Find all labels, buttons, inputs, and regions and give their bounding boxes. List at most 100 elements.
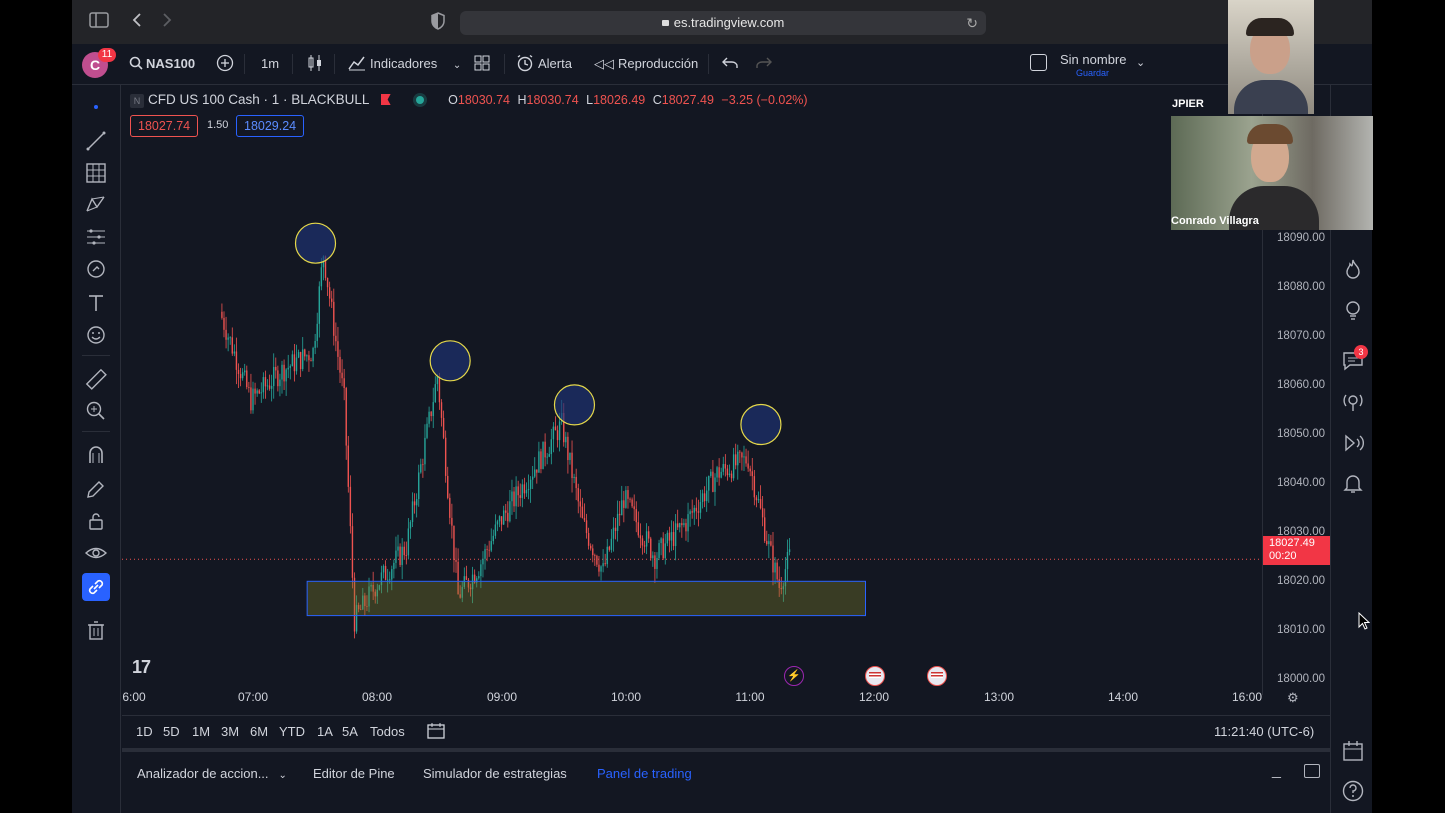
reload-icon[interactable]: ↻	[966, 11, 978, 35]
tradingview-logo[interactable]: 17	[132, 657, 151, 678]
buy-button[interactable]: 18029.24	[236, 115, 305, 137]
forecast-icon[interactable]	[84, 225, 108, 249]
candle-body	[281, 364, 283, 380]
undo-icon[interactable]	[722, 44, 738, 84]
lock-icon[interactable]	[84, 509, 108, 533]
fib-grid-icon[interactable]	[84, 161, 108, 185]
candle-body	[304, 349, 306, 357]
interval-button[interactable]: 1m	[261, 44, 279, 84]
pattern-icon[interactable]	[84, 193, 108, 217]
swing-high-circles[interactable]	[294, 222, 782, 446]
candle-body	[302, 349, 304, 370]
ruler-icon[interactable]	[84, 367, 108, 391]
cursor-dot-icon[interactable]	[84, 97, 108, 121]
magnet-icon[interactable]	[84, 443, 108, 467]
minimize-icon[interactable]: _	[1272, 762, 1281, 780]
us-flag-event-icon[interactable]	[865, 666, 885, 686]
tab-stock-screener[interactable]: Analizador de accion... ⌄	[137, 766, 287, 781]
candle-body	[440, 402, 443, 418]
candle-body	[297, 352, 300, 358]
address-bar[interactable]: es.tradingview.com ↻	[460, 11, 986, 35]
range-1m[interactable]: 1M	[192, 724, 210, 739]
layout-checkbox[interactable]	[1030, 44, 1047, 84]
privacy-shield-icon[interactable]	[427, 12, 449, 32]
tab-strategy-tester[interactable]: Simulador de estrategias	[423, 766, 567, 781]
pencil-lock-icon[interactable]	[84, 477, 108, 501]
compare-symbol-button[interactable]	[216, 44, 234, 84]
settings-gear-icon[interactable]: ⚙	[1287, 690, 1299, 706]
layout-templates-button[interactable]	[474, 44, 490, 84]
range-5a[interactable]: 5A	[342, 724, 358, 739]
calendar-range-icon[interactable]	[427, 722, 445, 745]
calendar-icon[interactable]	[1341, 739, 1365, 763]
lock-icon	[661, 20, 669, 26]
candle-body	[681, 523, 683, 526]
streams-icon[interactable]	[1341, 390, 1365, 414]
range-ytd[interactable]: YTD	[279, 724, 305, 739]
replay-button[interactable]: ◁◁ Reproducción	[594, 44, 698, 84]
candle-body	[786, 552, 789, 570]
back-icon[interactable]	[126, 12, 148, 32]
price-chart[interactable]	[122, 140, 1262, 690]
us-flag-event-icon-2[interactable]	[927, 666, 947, 686]
help-icon[interactable]	[1341, 779, 1365, 803]
lightning-event-icon[interactable]: ⚡	[784, 666, 804, 686]
candle-body	[451, 517, 453, 526]
range-6m[interactable]: 6M	[250, 724, 268, 739]
clock-timezone[interactable]: 11:21:40 (UTC-6)	[1214, 724, 1314, 739]
swing-high-circle[interactable]	[553, 384, 596, 426]
trend-line-icon[interactable]	[84, 129, 108, 153]
forward-icon[interactable]	[156, 12, 178, 32]
ohlc-open-value: 18030.74	[457, 93, 511, 107]
chevron-down-icon[interactable]: ⌄	[1136, 56, 1145, 69]
range-1a[interactable]: 1A	[317, 724, 333, 739]
redo-icon[interactable]	[756, 44, 772, 84]
sell-button[interactable]: 18027.74	[130, 115, 199, 137]
zoom-in-icon[interactable]	[84, 399, 108, 423]
range-all[interactable]: Todos	[370, 724, 405, 739]
candle-body	[645, 531, 648, 547]
ohlc-close-label: C	[652, 93, 662, 107]
swing-high-circle[interactable]	[294, 222, 337, 264]
candle-body	[422, 464, 424, 466]
candle-body	[229, 337, 231, 339]
text-tool-icon[interactable]	[84, 291, 108, 315]
range-3m[interactable]: 3M	[221, 724, 239, 739]
maximize-icon[interactable]	[1304, 764, 1320, 778]
candle-body	[519, 495, 521, 498]
swing-high-circle[interactable]	[429, 340, 471, 382]
candle-body	[658, 543, 660, 559]
tab-pine-editor[interactable]: Editor de Pine	[313, 766, 395, 781]
trash-icon[interactable]	[84, 619, 108, 643]
date-range-bar: 1D 5D 1M 3M 6M YTD 1A 5A Todos 11:21:40 …	[122, 715, 1330, 746]
swing-high-circle[interactable]	[740, 403, 782, 446]
indicators-icon	[348, 56, 365, 71]
range-5d[interactable]: 5D	[163, 724, 180, 739]
candle-body	[231, 337, 233, 354]
candle-body	[722, 464, 724, 472]
support-zone-rectangle[interactable]	[306, 580, 866, 617]
candle-body	[384, 565, 387, 580]
range-1d[interactable]: 1D	[136, 724, 153, 739]
time-scale[interactable]: 6:00 07:00 08:00 09:00 10:00 11:00 12:00…	[122, 690, 1330, 712]
alert-button[interactable]: Alerta	[516, 44, 572, 84]
candle-body	[244, 370, 246, 373]
ideas-lightbulb-icon[interactable]	[1341, 298, 1365, 322]
chart-type-button[interactable]	[307, 44, 323, 84]
candle-body	[405, 555, 408, 556]
indicators-button[interactable]: Indicadores ⌄	[348, 44, 461, 84]
sidebar-toggle-icon[interactable]	[88, 12, 110, 32]
eye-icon[interactable]	[84, 541, 108, 565]
hotlist-flame-icon[interactable]	[1341, 257, 1365, 281]
layout-save-link[interactable]: Guardar	[1076, 68, 1109, 78]
link-icon[interactable]	[82, 573, 110, 601]
layout-name[interactable]: Sin nombre	[1060, 52, 1126, 67]
symbol-title[interactable]: CFD US 100 Cash · 1 · BLACKBULL	[148, 92, 369, 107]
notifications-bell-icon[interactable]	[1341, 471, 1365, 495]
play-broadcast-icon[interactable]	[1341, 431, 1365, 455]
tab-trading-panel[interactable]: Panel de trading	[597, 766, 692, 781]
brush-circle-icon[interactable]	[84, 257, 108, 281]
emoji-icon[interactable]	[84, 323, 108, 347]
candle-body	[556, 430, 559, 441]
symbol-search-button[interactable]: NAS100	[129, 44, 195, 84]
